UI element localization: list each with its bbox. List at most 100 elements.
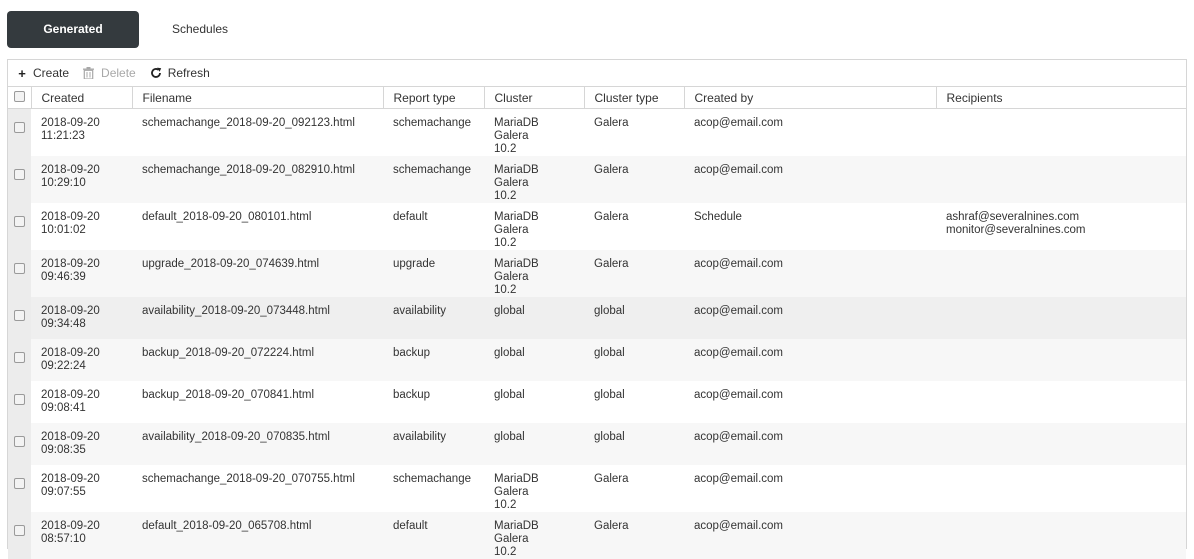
cell-cluster: MariaDB Galera 10.2 [494,164,539,202]
cell-created-by: acop@email.com [694,347,784,359]
cell-cluster-type: Galera [594,164,629,176]
table-row[interactable]: 2018-09-20 10:01:02 default_2018-09-20_08… [8,203,1186,250]
row-select-cell [8,465,31,512]
cell-recipients [936,423,1186,465]
row-select-cell [8,381,31,423]
cell-created-by: acop@email.com [694,473,784,485]
cell-report-type: upgrade [393,258,436,270]
cell-created-by: Schedule [694,211,742,223]
row-checkbox[interactable] [14,216,25,227]
row-checkbox[interactable] [14,436,25,447]
cell-created-by: acop@email.com [694,389,784,401]
create-button[interactable]: + Create [15,66,69,81]
column-header-recipients[interactable]: Recipients [936,86,1187,109]
cell-recipients [936,250,1186,297]
cell-recipients [936,109,1186,157]
cell-cluster-type: global [594,347,625,359]
row-checkbox[interactable] [14,169,25,180]
column-header-report-type[interactable]: Report type [383,86,485,109]
tab-generated-reports[interactable]: Generated Reports [7,11,139,73]
cell-recipients [936,512,1186,559]
cell-created: 2018-09-20 09:46:39 [41,258,100,283]
cell-cluster: global [494,305,525,317]
cell-filename: backup_2018-09-20_070841.html [142,389,314,401]
trash-icon [83,67,97,79]
cell-cluster: MariaDB Galera 10.2 [494,211,539,249]
cell-created: 2018-09-20 10:01:02 [41,211,100,236]
cell-created-by: acop@email.com [694,431,784,443]
cell-cluster-type: Galera [594,258,629,270]
tab-schedules[interactable]: Schedules [157,11,243,48]
cell-filename: availability_2018-09-20_073448.html [142,305,330,317]
row-checkbox[interactable] [14,394,25,405]
row-select-cell [8,108,31,156]
cell-report-type: schemachange [393,164,471,176]
cell-cluster: MariaDB Galera 10.2 [494,520,539,558]
cell-cluster-type: Galera [594,117,629,129]
row-checkbox[interactable] [14,263,25,274]
cell-recipients [936,465,1186,512]
cell-cluster: MariaDB Galera 10.2 [494,473,539,511]
cell-report-type: backup [393,347,431,359]
column-header-created-by[interactable]: Created by [684,86,937,109]
cell-created: 2018-09-20 10:29:10 [41,164,100,189]
table-row[interactable]: 2018-09-20 09:46:39 upgrade_2018-09-20_07… [8,250,1186,297]
cell-created-by: acop@email.com [694,164,784,176]
table-row[interactable]: 2018-09-20 09:22:24 backup_2018-09-20_072… [8,339,1186,381]
row-checkbox[interactable] [14,122,25,133]
table-row[interactable]: 2018-09-20 09:08:41 backup_2018-09-20_070… [8,381,1186,423]
row-select-cell [8,250,31,297]
refresh-label: Refresh [167,66,210,80]
cell-created: 2018-09-20 08:57:10 [41,520,100,545]
cell-created: 2018-09-20 11:21:23 [41,117,100,142]
cell-report-type: availability [393,305,447,317]
cell-report-type: schemachange [393,117,471,129]
row-checkbox[interactable] [14,525,25,536]
cell-recipients [936,381,1186,423]
select-all-checkbox[interactable] [13,90,25,102]
column-header-filename[interactable]: Filename [132,86,384,109]
cell-recipients: ashraf@severalnines.com monitor@severaln… [946,211,1086,236]
cell-cluster-type: global [594,431,625,443]
cell-filename: schemachange_2018-09-20_092123.html [142,117,355,129]
cell-cluster-type: Galera [594,473,629,485]
plus-icon: + [18,65,26,81]
column-header-cluster[interactable]: Cluster [484,86,585,109]
cell-recipients [936,339,1186,381]
cell-filename: availability_2018-09-20_070835.html [142,431,330,443]
cell-cluster-type: Galera [594,211,629,223]
row-checkbox[interactable] [14,310,25,321]
report-tabs: Generated Reports Schedules [7,11,243,73]
column-header-cluster-type[interactable]: Cluster type [584,86,685,109]
refresh-button[interactable]: Refresh [150,66,210,80]
cell-cluster: global [494,347,525,359]
row-select-cell [8,512,31,559]
table-row[interactable]: 2018-09-20 09:34:48 availability_2018-09-… [8,297,1186,339]
table-row[interactable]: 2018-09-20 08:57:10 default_2018-09-20_06… [8,512,1186,559]
delete-button[interactable]: Delete [83,66,136,80]
row-checkbox[interactable] [14,352,25,363]
cell-cluster-type: Galera [594,520,629,532]
cell-filename: default_2018-09-20_065708.html [142,520,312,532]
cell-created: 2018-09-20 09:08:41 [41,389,100,414]
row-select-cell [8,339,31,381]
cell-report-type: schemachange [393,473,471,485]
cell-cluster: MariaDB Galera 10.2 [494,258,539,296]
table-row[interactable]: 2018-09-20 11:21:23 schemachange_2018-09-… [8,108,1186,157]
cell-filename: default_2018-09-20_080101.html [142,211,312,223]
delete-label: Delete [101,66,136,80]
table-row[interactable]: 2018-09-20 10:29:10 schemachange_2018-09-… [8,156,1186,203]
row-checkbox[interactable] [14,478,25,489]
row-select-cell [8,423,31,465]
table-row[interactable]: 2018-09-20 09:08:35 availability_2018-09-… [8,423,1186,465]
cell-filename: schemachange_2018-09-20_070755.html [142,473,355,485]
table-header-row: Created Filename Report type Cluster Clu… [8,86,1187,109]
cell-cluster-type: global [594,389,625,401]
column-header-created[interactable]: Created [31,86,133,109]
reports-panel: + Create Delete Refresh Created Filename… [7,59,1187,559]
row-select-cell [8,297,31,339]
table-row[interactable]: 2018-09-20 09:07:55 schemachange_2018-09-… [8,465,1186,512]
cell-cluster: global [494,431,525,443]
cell-filename: schemachange_2018-09-20_082910.html [142,164,355,176]
cell-recipients [936,156,1186,203]
